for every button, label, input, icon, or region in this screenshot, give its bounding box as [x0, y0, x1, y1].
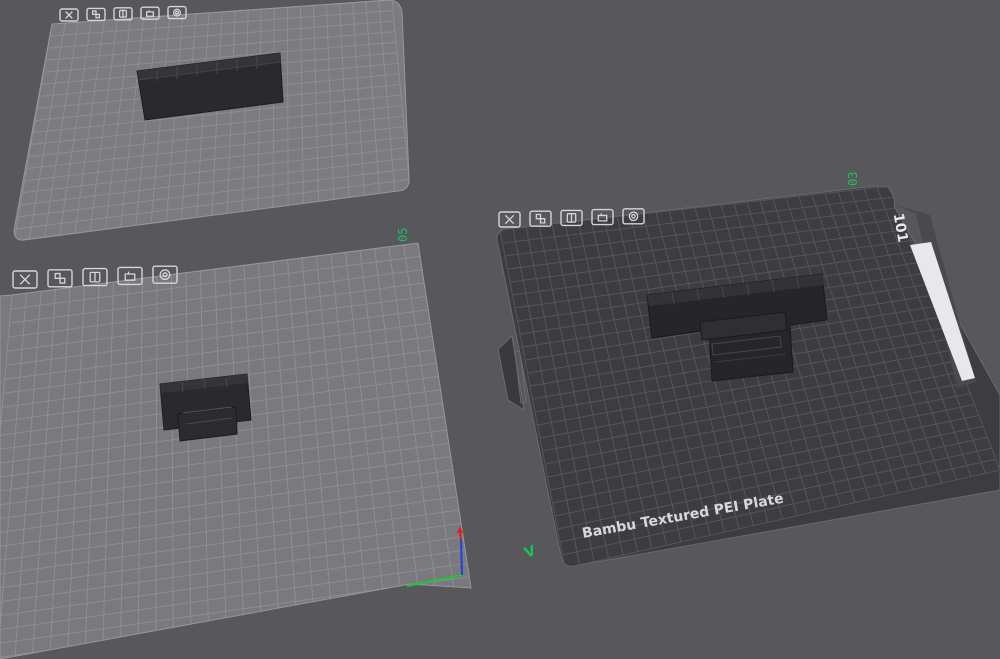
- plate-number: 03: [846, 172, 860, 186]
- 3d-viewport[interactable]: 05 101 03 V Bambu Textured PEI Plate: [0, 0, 1000, 659]
- delete-icon[interactable]: [12, 270, 38, 289]
- delete-icon[interactable]: [59, 8, 79, 22]
- plate-corner-label: V: [522, 543, 538, 562]
- arrange-icon[interactable]: [86, 7, 106, 22]
- plate-top-left[interactable]: [13, 0, 410, 241]
- arrange-icon[interactable]: [47, 269, 73, 288]
- delete-icon[interactable]: [498, 211, 521, 228]
- plate-number: 05: [396, 228, 410, 242]
- plate-right[interactable]: 101 03 V Bambu Textured PEI Plate: [496, 172, 1000, 568]
- plate-bottom-left[interactable]: 05: [0, 228, 472, 659]
